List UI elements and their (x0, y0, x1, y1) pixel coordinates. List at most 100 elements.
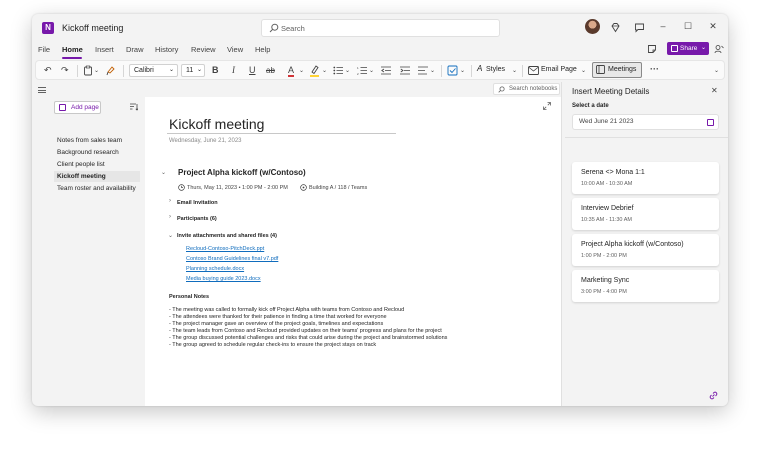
search-input[interactable]: Search (261, 19, 500, 37)
chevron-down-icon[interactable]: ⌄ (369, 67, 374, 74)
file-link[interactable]: Contoso Brand Guidelines final v7.pdf (186, 256, 278, 262)
collapse-chevron-icon[interactable]: ⌄ (161, 169, 166, 176)
file-link[interactable]: Planning schedule.docx (186, 266, 244, 272)
more-options-icon[interactable]: ··· (650, 64, 659, 74)
expand-chevron-icon[interactable]: › (169, 198, 171, 204)
meeting-location: Building A / 118 / Teams (309, 185, 368, 191)
redo-icon[interactable]: ↷ (61, 65, 69, 76)
page-title[interactable]: Kickoff meeting (169, 116, 264, 132)
calendar-icon[interactable] (707, 119, 714, 126)
styles-icon[interactable]: A (477, 64, 482, 73)
attachments-section[interactable]: Invite attachments and shared files (4) (177, 233, 277, 239)
sort-icon[interactable] (130, 103, 138, 111)
meeting-card-time: 3:00 PM - 4:00 PM (581, 289, 627, 295)
meeting-card[interactable]: Interview Debrief 10:35 AM - 11:30 AM (572, 198, 719, 230)
avatar[interactable] (585, 19, 600, 34)
tab-help[interactable]: Help (255, 45, 270, 54)
increase-indent-icon[interactable] (400, 66, 410, 75)
tab-draw[interactable]: Draw (126, 45, 144, 54)
hamburger-menu-icon[interactable] (38, 87, 46, 93)
font-size-select[interactable]: 11 ⌄ (181, 64, 205, 77)
meetings-button[interactable]: Meetings (592, 62, 642, 78)
chevron-down-icon: ⌄ (168, 67, 174, 73)
collapse-chevron-icon[interactable]: ⌄ (168, 232, 173, 239)
page-item-kickoff-meeting[interactable]: Kickoff meeting (54, 171, 140, 182)
chevron-down-icon[interactable]: ⌄ (581, 67, 586, 74)
numbered-list-icon[interactable]: 12 (357, 66, 367, 75)
note-line[interactable]: - The project manager gave an overview o… (169, 321, 383, 327)
meeting-card[interactable]: Serena <> Mona 1:1 10:00 AM - 10:30 AM (572, 162, 719, 194)
expand-chevron-icon[interactable]: › (169, 214, 171, 220)
sticky-note-icon[interactable] (647, 44, 657, 54)
note-line[interactable]: - The group discussed potential challeng… (169, 335, 447, 341)
file-link[interactable]: Recloud-Contoso-PitchDeck.ppt (186, 246, 264, 252)
undo-icon[interactable]: ↶ (44, 65, 52, 76)
email-page-button[interactable]: Email Page (541, 66, 577, 73)
file-link[interactable]: Media buying guide 2023.docx (186, 276, 261, 282)
bullet-list-icon[interactable] (333, 66, 343, 75)
page-item-team-roster[interactable]: Team roster and availability (54, 183, 140, 194)
note-line[interactable]: - The group agreed to schedule regular c… (169, 342, 376, 348)
date-picker[interactable]: Wed June 21 2023 (572, 114, 719, 130)
clipboard-icon[interactable] (83, 65, 93, 76)
meeting-card[interactable]: Marketing Sync 3:00 PM - 4:00 PM (572, 270, 719, 302)
collaborate-icon[interactable] (714, 44, 724, 54)
decrease-indent-icon[interactable] (381, 66, 391, 75)
format-painter-icon[interactable] (106, 65, 117, 76)
expand-icon[interactable] (543, 102, 551, 110)
todo-tag-icon[interactable] (447, 65, 458, 76)
close-icon[interactable]: ✕ (706, 21, 720, 32)
chevron-down-icon[interactable]: ⌄ (299, 67, 304, 74)
meeting-card[interactable]: Project Alpha kickoff (w/Contoso) 1:00 P… (572, 234, 719, 266)
participants-section[interactable]: Participants (6) (177, 216, 217, 222)
tab-review[interactable]: Review (191, 45, 216, 54)
link-icon[interactable] (709, 391, 718, 400)
chevron-down-icon[interactable]: ⌄ (430, 67, 435, 74)
minimize-icon[interactable]: – (656, 21, 670, 31)
onenote-app-icon: N (42, 22, 54, 34)
chevron-down-icon[interactable]: ⌄ (512, 67, 517, 74)
chevron-down-icon[interactable]: ⌄ (94, 67, 99, 74)
tab-home[interactable]: Home (62, 45, 83, 54)
chevron-down-icon[interactable]: ⌄ (460, 67, 465, 74)
tab-view[interactable]: View (227, 45, 243, 54)
note-line[interactable]: - The attendees were thanked for their p… (169, 314, 387, 320)
search-notebooks-input[interactable]: Search notebooks (493, 83, 560, 95)
strikethrough-button[interactable]: ab (266, 66, 275, 75)
font-size-value: 11 (186, 67, 194, 74)
ribbon-expand-chevron-icon[interactable]: ⌄ (714, 67, 719, 74)
diamond-premium-icon[interactable] (610, 22, 621, 33)
search-icon (269, 23, 279, 33)
close-icon[interactable]: ✕ (711, 86, 718, 95)
add-page-button[interactable]: Add page (54, 101, 101, 114)
highlight-icon[interactable] (309, 64, 320, 77)
email-icon[interactable] (528, 66, 539, 75)
italic-button[interactable]: I (232, 65, 235, 75)
styles-button[interactable]: Styles (486, 66, 505, 73)
font-family-select[interactable]: Calibri ⌄ (129, 64, 178, 77)
chevron-down-icon[interactable]: ⌄ (322, 67, 327, 74)
note-line[interactable]: - The team leads from Contoso and Reclou… (169, 328, 442, 334)
chevron-down-icon[interactable]: ⌄ (345, 67, 350, 74)
screenshot-stage: N Kickoff meeting Search – ☐ ✕ File Home… (0, 0, 760, 455)
share-button[interactable]: Share ⌄ (667, 42, 709, 55)
tab-insert[interactable]: Insert (95, 45, 114, 54)
meeting-heading[interactable]: Project Alpha kickoff (w/Contoso) (178, 168, 306, 177)
page-item-notes-from-sales-team[interactable]: Notes from sales team (54, 135, 140, 146)
page-list-pane: Add page Notes from sales team Backgroun… (49, 97, 145, 406)
maximize-icon[interactable]: ☐ (681, 21, 695, 32)
page-item-client-people-list[interactable]: Client people list (54, 159, 140, 170)
note-line[interactable]: - The meeting was called to formally kic… (169, 307, 404, 313)
underline-button[interactable]: U (249, 65, 256, 75)
tab-file[interactable]: File (38, 45, 50, 54)
page-item-background-research[interactable]: Background research (54, 147, 140, 158)
active-tab-indicator (62, 57, 82, 59)
meeting-card-time: 10:00 AM - 10:30 AM (581, 181, 633, 187)
feedback-icon[interactable] (634, 22, 645, 33)
font-color-button[interactable]: A (288, 65, 295, 77)
align-left-icon[interactable] (418, 66, 428, 75)
tab-history[interactable]: History (155, 45, 178, 54)
page-canvas[interactable]: Kickoff meeting Wednesday, June 21, 2023… (145, 97, 561, 406)
bold-button[interactable]: B (212, 65, 219, 75)
email-invitation-section[interactable]: Email Invitation (177, 200, 218, 206)
